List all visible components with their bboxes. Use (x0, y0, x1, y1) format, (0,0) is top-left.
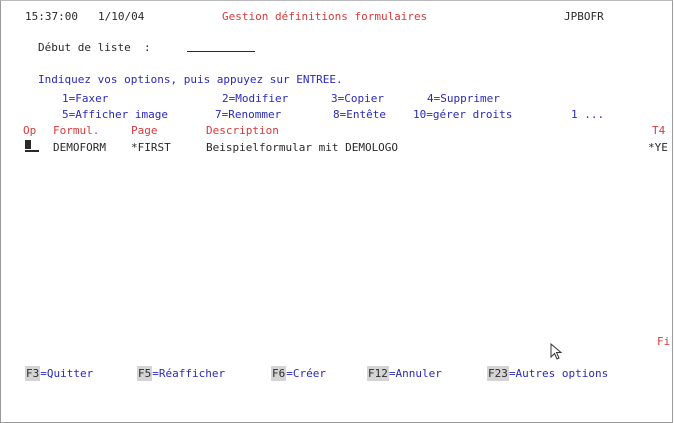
option-manage-rights: 10=gérer droits (413, 108, 513, 121)
end-marker: Fi (657, 335, 671, 348)
option-rename: 7=Renommer (215, 108, 282, 121)
mouse-pointer-icon (550, 343, 563, 360)
row-page: *FIRST (131, 141, 171, 154)
position-input[interactable] (187, 41, 255, 52)
option-modify: 2=Modifier (222, 92, 289, 105)
option-delete: 4=Supprimer (427, 92, 500, 105)
instructions-text: Indiquez vos options, puis appuyez sur E… (38, 73, 343, 86)
f3-exit-button[interactable]: F3=Quitter (25, 366, 94, 381)
f5-refresh-button[interactable]: F5=Réafficher (137, 366, 226, 381)
f6-key: F6 (271, 366, 287, 381)
program-name: JPBOFR (564, 10, 604, 23)
position-label: Début de liste : (38, 41, 151, 54)
option-header: 8=Entête (333, 108, 386, 121)
row-option-input[interactable] (25, 139, 39, 152)
f12-label: =Annuler (388, 367, 442, 380)
row-description: Beispielformular mit DEMOLOGO (206, 141, 399, 154)
f6-label: =Créer (286, 367, 326, 380)
f23-more-options-button[interactable]: F23=Autres options (487, 366, 609, 381)
f5-key: F5 (137, 366, 153, 381)
row-form-name: DEMOFORM (53, 141, 106, 154)
screen-title: Gestion définitions formulaires (222, 10, 428, 23)
text-cursor (25, 140, 31, 149)
f5-label: =Réafficher (152, 367, 226, 380)
column-header-description: Description (206, 124, 279, 137)
column-header-op: Op (23, 124, 37, 137)
f3-label: =Quitter (40, 367, 94, 380)
option-copy: 3=Copier (331, 92, 384, 105)
column-header-form: Formul. (53, 124, 100, 137)
row-t4: *YE (648, 141, 668, 154)
option-fax: 1=Faxer (62, 92, 109, 105)
f23-label: =Autres options (508, 367, 609, 380)
column-header-t4: T4 (652, 124, 666, 137)
header-time: 15:37:00 (25, 10, 78, 23)
f12-cancel-button[interactable]: F12=Annuler (367, 366, 442, 381)
option-more: 1 ... (571, 108, 605, 121)
f12-key: F12 (367, 366, 389, 381)
header-date: 1/10/04 (98, 10, 145, 23)
f23-key: F23 (487, 366, 509, 381)
f6-create-button[interactable]: F6=Créer (271, 366, 326, 381)
terminal-screen: 15:37:00 1/10/04 Gestion définitions for… (0, 0, 673, 423)
f3-key: F3 (25, 366, 41, 381)
column-header-page: Page (131, 124, 158, 137)
option-display-image: 5=Afficher image (62, 108, 168, 121)
